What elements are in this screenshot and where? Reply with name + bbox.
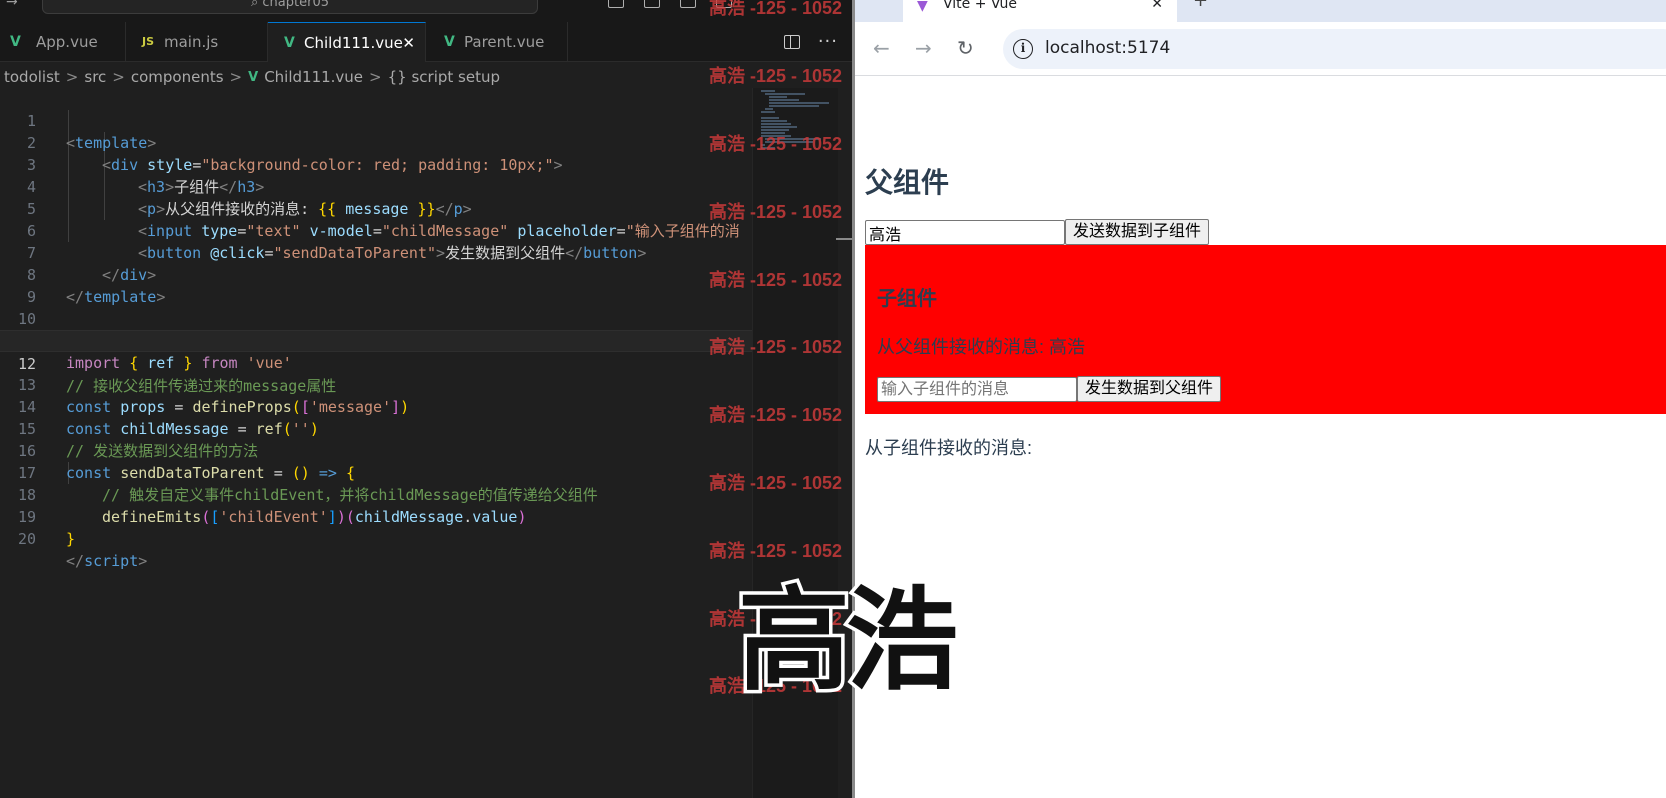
parent-heading: 父组件 bbox=[865, 167, 950, 198]
workspace-name: chapter05 bbox=[262, 0, 329, 10]
code-line: 6 <button @click="sendDataToParent">发生数据… bbox=[0, 198, 760, 262]
search-icon: ⌕ bbox=[250, 0, 259, 10]
child-component-box: 子组件 从父组件接收的消息: 高浩 发生数据到父组件 bbox=[865, 245, 1666, 414]
editor-actions: ··· bbox=[783, 22, 838, 62]
name-overlay: 高浩 bbox=[735, 573, 962, 710]
more-actions-icon[interactable]: ··· bbox=[818, 33, 838, 51]
address-bar[interactable]: i localhost:5174 bbox=[1003, 29, 1666, 69]
command-center-search[interactable]: ⌕ chapter05 bbox=[42, 0, 538, 14]
js-file-icon: JS bbox=[142, 35, 155, 48]
code-line: 5 <input type="text" v-model="childMessa… bbox=[0, 176, 760, 240]
breadcrumb-separator: > bbox=[229, 68, 243, 86]
watermark-text: 高浩 -125 - 1052 bbox=[709, 202, 843, 222]
tab-parent-vue[interactable]: V Parent.vue bbox=[426, 22, 568, 62]
breadcrumb-item[interactable]: Child111.vue bbox=[264, 68, 363, 86]
code-line: 20 </script> bbox=[0, 506, 760, 570]
new-tab-icon[interactable]: + bbox=[1193, 0, 1208, 11]
vite-favicon-icon: ▼ bbox=[917, 0, 928, 14]
forward-arrow-icon[interactable]: → bbox=[6, 0, 18, 10]
watermark-text: 高浩 -125 - 1052 bbox=[709, 473, 843, 493]
code-line: 7 </div> bbox=[0, 220, 760, 284]
toggle-panel-icon[interactable] bbox=[644, 0, 660, 8]
scrollbar-marker bbox=[836, 238, 852, 240]
parent-received-message: 从子组件接收的消息: bbox=[865, 438, 1033, 458]
close-tab-icon[interactable]: ✕ bbox=[402, 23, 415, 63]
code-line: 2 <div style="background-color: red; pad… bbox=[0, 110, 760, 174]
tab-app-vue[interactable]: V App.vue bbox=[0, 22, 126, 62]
browser-toolbar: ← → ↻ i localhost:5174 bbox=[855, 22, 1666, 76]
breadcrumb-item[interactable]: todolist bbox=[4, 68, 60, 86]
send-to-child-button[interactable]: 发送数据到子组件 bbox=[1065, 219, 1210, 245]
child-heading: 子组件 bbox=[877, 288, 937, 310]
vue-file-icon: V bbox=[248, 69, 259, 85]
code-line: 3 <h3>子组件</h3> bbox=[0, 132, 760, 196]
watermark-text: 高浩 -125 - 1052 bbox=[709, 270, 843, 290]
watermark-text: 高浩 -125 - 1052 bbox=[709, 134, 843, 154]
code-line: 15 // 发送数据到父组件的方法 bbox=[0, 396, 760, 460]
code-line: 16 const sendDataToParent = () => { bbox=[0, 418, 760, 482]
watermark-text: 高浩 -125 - 1052 bbox=[709, 337, 843, 357]
breadcrumb-item[interactable]: {} script setup bbox=[388, 68, 500, 86]
back-icon[interactable]: ← bbox=[873, 36, 890, 60]
toggle-secondary-sidebar-icon[interactable] bbox=[680, 0, 696, 8]
breadcrumb: todolist > src > components > V Child111… bbox=[4, 68, 500, 86]
vue-file-icon: V bbox=[444, 34, 455, 50]
code-line: 1 <template> bbox=[0, 88, 760, 152]
breadcrumb-separator: > bbox=[65, 68, 79, 86]
web-page: 父组件 发送数据到子组件 子组件 从父组件接收的消息: 高浩 发生数据到父组件 … bbox=[855, 77, 1666, 798]
watermark-text: 高浩 -125 - 1052 bbox=[709, 66, 843, 86]
code-line: 14 const childMessage = ref('') bbox=[0, 374, 760, 438]
site-info-icon[interactable]: i bbox=[1013, 39, 1033, 59]
code-line: 10 <script setup> bbox=[0, 286, 760, 350]
code-line: 11 import { ref } from 'vue' bbox=[0, 308, 760, 372]
line-code: } bbox=[66, 530, 76, 548]
code-line: 9 bbox=[0, 264, 760, 306]
editor-tabs: V App.vue JS main.js V Child111.vue ✕ V … bbox=[0, 22, 852, 62]
tab-label: Parent.vue bbox=[464, 33, 545, 51]
close-tab-icon[interactable]: ✕ bbox=[1151, 0, 1163, 12]
code-line: 8 </template> bbox=[0, 242, 760, 306]
split-editor-icon[interactable] bbox=[783, 35, 800, 49]
code-line-current: 12 // 接收父组件传递过来的message属性 bbox=[0, 330, 760, 395]
code-line: 17 // 触发自定义事件childEvent，并将childMessage的值… bbox=[0, 440, 760, 504]
toggle-sidebar-icon[interactable] bbox=[608, 0, 624, 8]
tab-label: main.js bbox=[164, 33, 219, 51]
forward-icon[interactable]: → bbox=[915, 36, 932, 60]
browser-tab-title: Vite + Vue bbox=[943, 0, 1018, 12]
vue-file-icon: V bbox=[284, 35, 295, 51]
code-line: 19 } bbox=[0, 484, 760, 548]
browser-tab-strip: ▼ Vite + Vue ✕ + bbox=[855, 0, 1666, 22]
line-code: </script> bbox=[66, 552, 148, 570]
child-received-message: 从父组件接收的消息: 高浩 bbox=[877, 337, 1086, 357]
breadcrumb-separator: > bbox=[369, 68, 382, 86]
code-line: 18 defineEmits(['childEvent'])(childMess… bbox=[0, 462, 760, 526]
parent-message-input[interactable] bbox=[865, 220, 1065, 245]
code-line: 4 <p>从父组件接收的消息: {{ message }}</p> bbox=[0, 154, 760, 218]
child-message-input[interactable] bbox=[877, 377, 1077, 402]
reload-icon[interactable]: ↻ bbox=[957, 36, 974, 60]
address-url: localhost:5174 bbox=[1045, 38, 1171, 58]
breadcrumb-item[interactable]: src bbox=[84, 68, 106, 86]
tab-child111-vue[interactable]: V Child111.vue ✕ bbox=[268, 22, 426, 62]
send-to-parent-button[interactable]: 发生数据到父组件 bbox=[1077, 376, 1222, 402]
tab-label: Child111.vue bbox=[304, 34, 403, 52]
watermark-text: 高浩 -125 - 1052 bbox=[709, 0, 843, 18]
vue-file-icon: V bbox=[10, 34, 21, 50]
browser-tab[interactable]: ▼ Vite + Vue ✕ bbox=[903, 0, 1177, 22]
code-line: 13 const props = defineProps(['message']… bbox=[0, 352, 760, 416]
tab-main-js[interactable]: JS main.js bbox=[126, 22, 268, 62]
breadcrumb-separator: > bbox=[112, 68, 125, 86]
line-number: 20 bbox=[17, 530, 36, 548]
breadcrumb-item[interactable]: components bbox=[131, 68, 224, 86]
code-editor[interactable]: 1 <template> 2 <div style="background-co… bbox=[0, 88, 760, 798]
watermark-text: 高浩 -125 - 1052 bbox=[709, 405, 843, 425]
browser-window: ▼ Vite + Vue ✕ + ← → ↻ i localhost:5174 … bbox=[852, 0, 1666, 798]
tab-label: App.vue bbox=[36, 33, 98, 51]
